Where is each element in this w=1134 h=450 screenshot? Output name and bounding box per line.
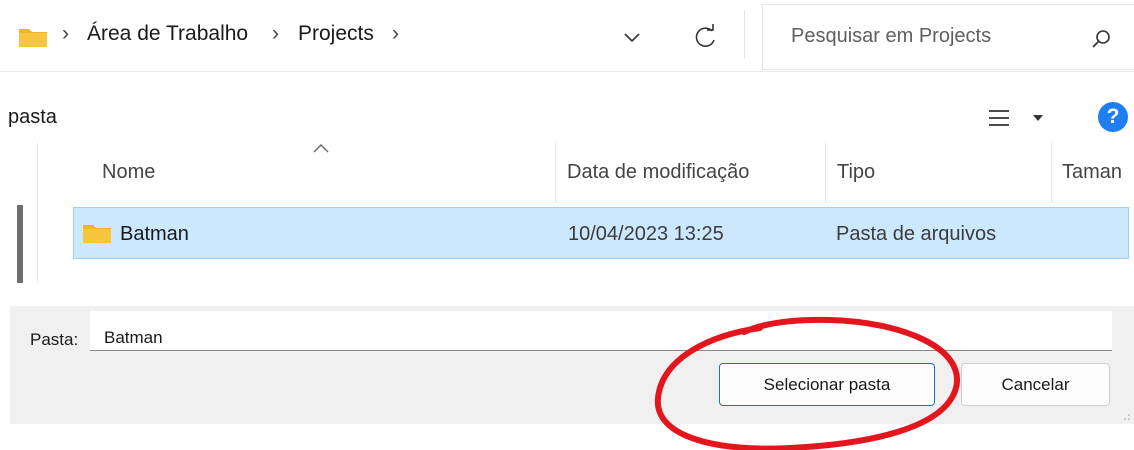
chevron-right-icon: › [62, 22, 69, 45]
navigation-pane [10, 143, 38, 283]
column-header-tamanho[interactable]: Taman [1052, 143, 1134, 203]
refresh-icon[interactable] [690, 22, 720, 52]
column-header-data-modificacao[interactable]: Data de modificação [556, 143, 825, 203]
row-name: Batman [120, 223, 189, 245]
divider [744, 10, 745, 58]
folder-field-label: Pasta: [30, 330, 79, 349]
view-list-icon[interactable] [988, 108, 1010, 128]
table-row[interactable]: Batman 10/04/2023 13:25 Pasta de arquivo… [73, 207, 1129, 259]
resize-grip-icon[interactable] [1124, 414, 1130, 420]
help-icon[interactable]: ? [1098, 102, 1128, 132]
toolbar-label: pasta [8, 106, 57, 128]
row-type: Pasta de arquivos [836, 223, 997, 245]
row-modified: 10/04/2023 13:25 [568, 223, 724, 245]
column-header-nome[interactable]: Nome [88, 143, 555, 203]
cancel-button[interactable]: Cancelar [961, 363, 1110, 406]
search-box[interactable] [762, 4, 1134, 70]
column-header-tipo[interactable]: Tipo [826, 143, 1051, 203]
folder-icon [19, 29, 47, 47]
scrollbar[interactable] [17, 205, 23, 283]
divider [0, 71, 1134, 72]
folder-icon [83, 225, 111, 243]
chevron-right-icon: › [272, 22, 279, 45]
caret-down-icon[interactable] [1033, 115, 1043, 122]
chevron-right-icon[interactable]: › [392, 22, 399, 46]
file-list: Nome Data de modificação Tipo Taman Batm… [0, 143, 1134, 288]
toolbar: pasta ? [0, 98, 1134, 142]
address-bar: › Área de Trabalho › Projects › [0, 0, 1134, 72]
search-input[interactable] [791, 25, 1071, 48]
folder-name-input[interactable] [90, 311, 1112, 351]
chevron-down-icon[interactable] [621, 28, 643, 46]
select-folder-button[interactable]: Selecionar pasta [719, 363, 935, 406]
search-icon[interactable] [1089, 27, 1113, 51]
dialog-footer: Pasta: Selecionar pasta Cancelar [10, 306, 1134, 424]
breadcrumb-projects[interactable]: Projects [298, 22, 374, 46]
breadcrumb-area-de-trabalho[interactable]: Área de Trabalho [87, 22, 248, 46]
